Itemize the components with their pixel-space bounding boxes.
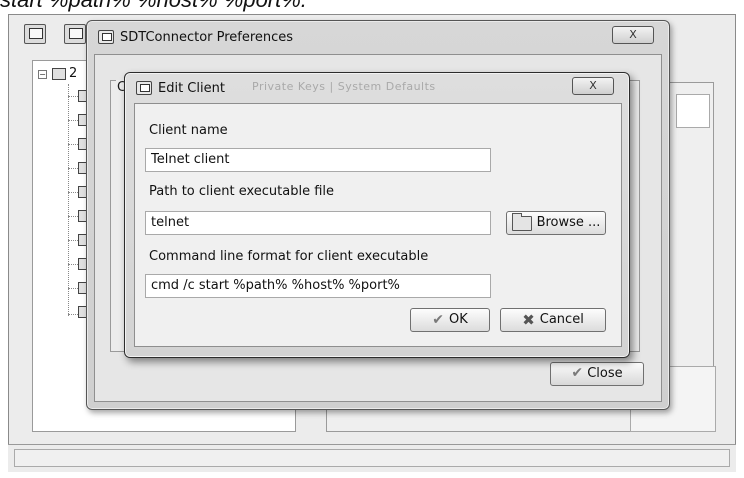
tree-branch <box>68 216 78 217</box>
path-label: Path to client executable file <box>149 184 335 199</box>
status-field <box>14 449 730 467</box>
background-tabs-ghost: Private Keys | System Defaults <box>252 80 436 93</box>
tree-branch <box>68 288 78 289</box>
browse-button-label: Browse ... <box>536 215 601 230</box>
path-input[interactable]: telnet <box>145 211 491 235</box>
check-icon: ✔ <box>432 312 444 328</box>
cancel-button[interactable]: ✖ Cancel <box>500 308 606 332</box>
tree-root-icon <box>52 68 66 80</box>
tree-branch <box>68 192 78 193</box>
command-line-label: Command line format for client executabl… <box>149 249 429 264</box>
ok-button[interactable]: ✔ OK <box>410 308 490 332</box>
tree-branch <box>68 168 78 169</box>
tree-branch <box>68 314 78 315</box>
client-name-label: Client name <box>149 123 228 138</box>
close-button[interactable]: ✔ Close <box>550 362 644 386</box>
folder-icon <box>511 212 532 231</box>
tree-branch <box>68 144 78 145</box>
tree-connector <box>68 84 69 316</box>
preferences-title: SDTConnector Preferences <box>120 30 294 45</box>
edit-client-window-icon <box>136 81 152 95</box>
client-name-input[interactable]: Telnet client <box>145 148 491 172</box>
command-line-input[interactable]: cmd /c start %path% %host% %port% <box>145 274 491 298</box>
preferences-close-icon[interactable]: X <box>612 26 654 44</box>
cancel-icon: ✖ <box>522 310 535 329</box>
cancel-button-label: Cancel <box>539 312 584 327</box>
check-icon: ✔ <box>571 365 584 381</box>
tree-branch <box>68 120 78 121</box>
close-button-label: Close <box>587 366 623 381</box>
browse-button[interactable]: Browse ... <box>506 211 606 235</box>
tree-branch <box>68 96 78 97</box>
details-field[interactable] <box>676 94 710 128</box>
ok-button-label: OK <box>448 312 468 327</box>
tree-branch <box>68 264 78 265</box>
gateway-icon[interactable] <box>24 24 46 44</box>
host-icon[interactable] <box>64 24 86 44</box>
caption-text: start %path% %host% %port%. <box>0 0 307 13</box>
edit-client-title: Edit Client <box>158 81 225 96</box>
edit-client-close-icon[interactable]: X <box>572 77 614 95</box>
tree-root-label[interactable]: 2 <box>69 66 77 81</box>
tree-collapse-toggle[interactable]: − <box>38 70 47 79</box>
tree-branch <box>68 240 78 241</box>
preferences-window-icon <box>98 30 114 44</box>
